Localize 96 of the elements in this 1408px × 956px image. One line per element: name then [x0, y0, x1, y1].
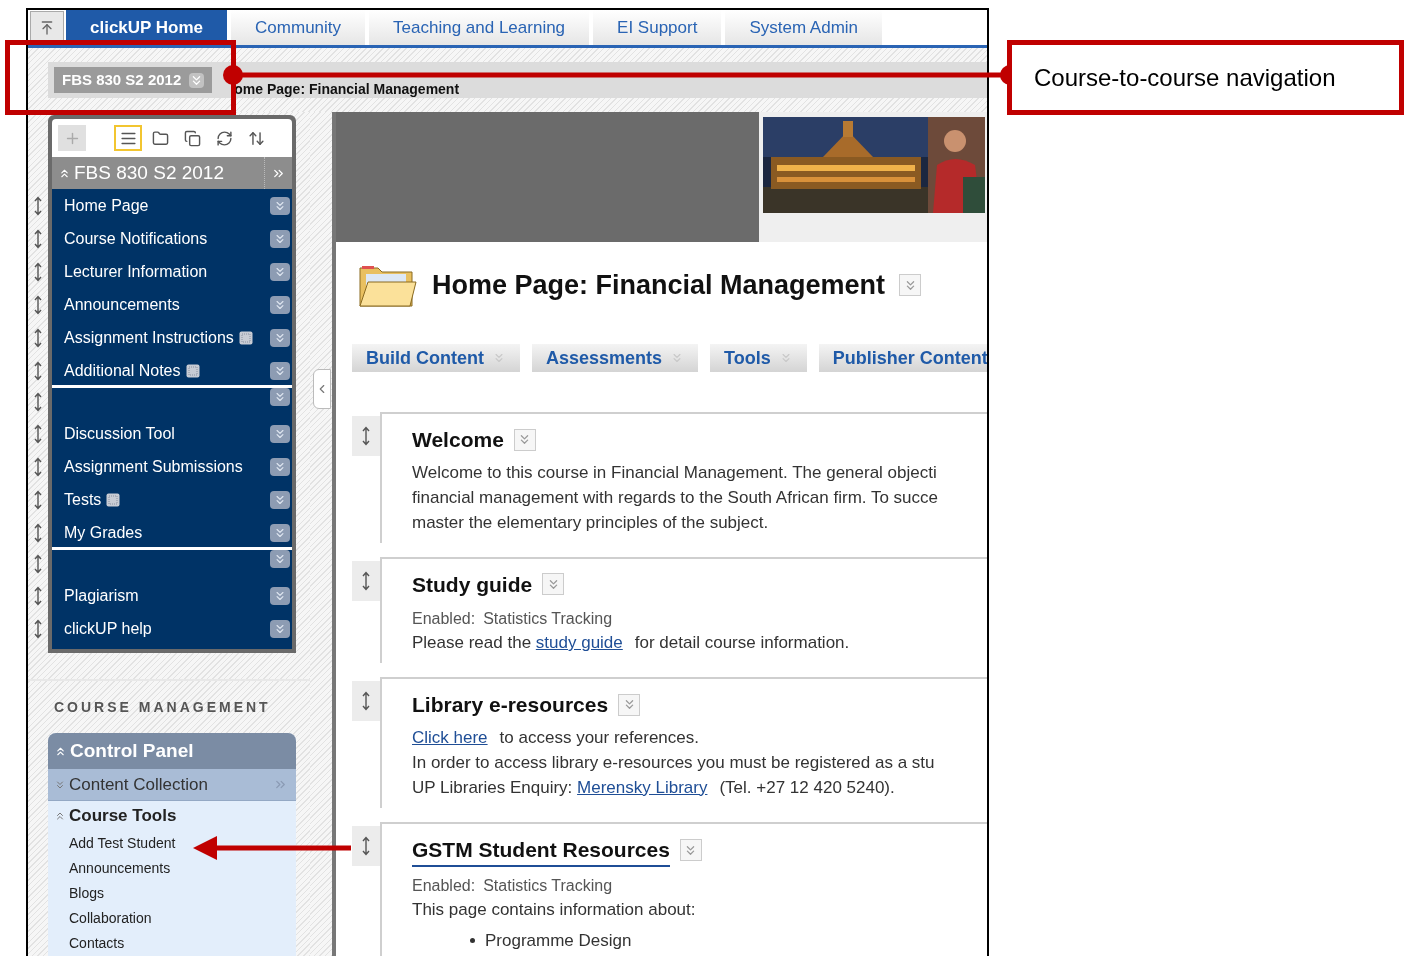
tool-link[interactable]: Announcements [69, 858, 171, 879]
drag-handle-icon[interactable] [33, 392, 43, 412]
menu-item[interactable]: Plagiarism [64, 583, 139, 608]
link[interactable]: Click here [412, 727, 488, 747]
paragraph: master the elementary principles of the subject. [412, 511, 770, 534]
meta-value: Statistics Tracking [483, 876, 613, 896]
action-menu-button[interactable]: Publisher Content [818, 344, 987, 372]
options-button[interactable] [270, 457, 290, 476]
options-button[interactable] [270, 262, 290, 281]
options-button[interactable] [270, 424, 290, 443]
chevrons-down-icon [273, 552, 287, 566]
paragraph: In order to access library e-resources you must be registered as a stu [412, 751, 936, 774]
menu-item[interactable]: Home Page [64, 193, 149, 218]
square-icon [106, 492, 121, 507]
menu-item[interactable]: Additional Notes [64, 358, 181, 383]
chevrons-down-icon [189, 72, 205, 88]
item-title: Welcome [412, 427, 504, 453]
menu-item[interactable]: My Grades [64, 520, 143, 545]
item-title: Library e-resources [412, 692, 609, 718]
meta-label: Enabled: [412, 609, 476, 629]
callout-box: Course-to-course navigation [1007, 40, 1404, 115]
tool-link[interactable]: Contacts [69, 933, 125, 954]
paragraph: Please read the study guide for detail course information. [412, 632, 851, 654]
drag-handle-icon[interactable] [33, 554, 43, 574]
action-menu-button[interactable]: Tools [710, 344, 807, 372]
menu-item[interactable]: Tests [64, 487, 102, 512]
square-icon [185, 363, 200, 378]
section-heading: COURSE MANAGEMENT [54, 699, 271, 715]
drag-handle-icon[interactable] [33, 585, 43, 606]
meta-label: Enabled: [412, 876, 476, 896]
square-icon [238, 330, 253, 345]
folder-icon [151, 129, 169, 147]
sort-icon [247, 129, 265, 147]
drag-handle-icon[interactable] [361, 426, 371, 446]
toolbar-button[interactable] [114, 125, 142, 151]
drag-handle-icon[interactable] [361, 691, 371, 711]
page-title: Home Page: Financial Management [432, 268, 886, 302]
options-button[interactable] [270, 619, 290, 638]
drag-handle-icon[interactable] [33, 423, 43, 444]
chevrons-down-icon [492, 351, 506, 365]
windows-icon [183, 129, 201, 147]
options-button[interactable] [270, 490, 290, 509]
paragraph: financial management with regards to the South African firm. To succe [412, 486, 939, 509]
drag-handle-icon[interactable] [33, 195, 43, 216]
tool-link[interactable]: Collaboration [69, 908, 152, 929]
options-button[interactable] [270, 328, 290, 347]
section-header[interactable]: Content Collection [48, 769, 296, 801]
section-header[interactable]: Course Tools [48, 801, 296, 831]
menu-item[interactable]: clickUP help [64, 616, 152, 641]
paragraph: UP Libraries Enquiry: Merensky Library (Tel. +27 12 420 5240). [412, 776, 896, 799]
action-menu-button[interactable]: Assessments [532, 344, 699, 372]
chevrons-down-icon [54, 778, 66, 791]
item-title-link[interactable]: GSTM Student Resources [412, 833, 670, 867]
menu-item[interactable]: Lecturer Information [64, 259, 208, 284]
options-button[interactable] [270, 550, 290, 568]
menu-item[interactable]: Discussion Tool [64, 421, 175, 446]
options-button[interactable] [270, 523, 290, 542]
action-menu-button[interactable]: Build Content [352, 344, 520, 372]
drag-handle-icon[interactable] [361, 835, 371, 856]
menu-item[interactable]: Announcements [64, 292, 180, 317]
drag-handle-icon[interactable] [33, 261, 43, 282]
options-button[interactable] [270, 196, 290, 215]
link[interactable]: study guide [535, 633, 623, 652]
link[interactable]: Merensky Library [577, 777, 708, 797]
chevrons-up-icon [54, 810, 66, 822]
menu-item[interactable]: Assignment Instructions [64, 325, 234, 350]
list-item: Programme Design [485, 930, 632, 952]
bullet-icon [470, 938, 475, 944]
paragraph: This page contains information about: [412, 899, 697, 921]
paragraph: Welcome to this course in Financial Management. The general objecti [412, 461, 938, 484]
drag-handle-icon[interactable] [33, 228, 43, 249]
drag-handle-icon[interactable] [33, 294, 43, 315]
drag-handle-icon[interactable] [33, 327, 43, 348]
drag-handle-icon[interactable] [33, 618, 43, 639]
options-button[interactable] [270, 295, 290, 314]
breadcrumb-text: ome Page: Financial Management [234, 81, 460, 97]
drag-handle-icon[interactable] [33, 456, 43, 477]
arrow-up-icon [39, 20, 55, 36]
drag-handle-icon[interactable] [33, 489, 43, 510]
section-label: Content Collection [69, 773, 209, 796]
tool-link[interactable]: Blogs [69, 883, 105, 904]
options-button[interactable] [270, 388, 290, 406]
options-button[interactable] [270, 361, 290, 380]
chevrons-down-icon [273, 390, 287, 404]
drag-handle-icon[interactable] [361, 570, 371, 591]
drag-handle-icon[interactable] [33, 522, 43, 543]
menu-item[interactable]: Assignment Submissions [64, 454, 243, 479]
refresh-icon [215, 129, 233, 147]
options-button[interactable] [270, 229, 290, 248]
tool-link[interactable]: Add Test Student [69, 833, 176, 854]
menu-item[interactable]: Course Notifications [64, 226, 208, 251]
meta-value: Statistics Tracking [483, 609, 613, 629]
item-title: Study guide [412, 571, 533, 598]
paragraph: Click here to access your references. [412, 726, 700, 749]
options-button[interactable] [270, 586, 290, 605]
drag-handle-icon[interactable] [33, 360, 43, 381]
